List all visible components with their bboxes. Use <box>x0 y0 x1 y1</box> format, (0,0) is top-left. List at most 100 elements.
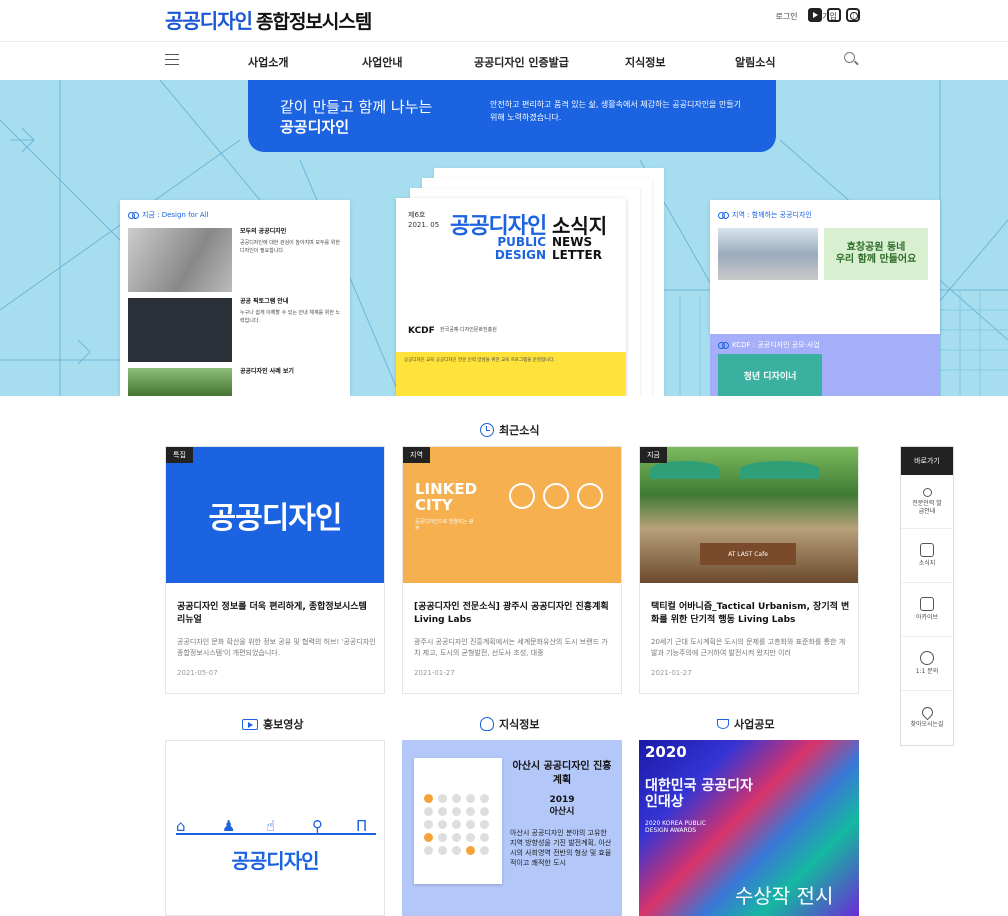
circle-graphic <box>543 483 569 509</box>
nav-about[interactable]: 사업소개 <box>248 54 288 70</box>
quick-item-label: 소식지 <box>918 560 936 567</box>
design-for-all-panel[interactable]: 지금 : Design for All 모두의 공공디자인 공공디자인에 대한 … <box>120 200 350 396</box>
region-panel[interactable]: 지역 : 함께하는 공공디자인 효창공원 동네 우리 함께 만들어요 <box>710 200 940 334</box>
issue-number: 제6호 <box>408 211 426 219</box>
infinity-icon <box>718 342 729 349</box>
section-title: 지식정보 <box>499 718 540 731</box>
news-date: 2021-01-27 <box>414 669 455 677</box>
section-title: 최근소식 <box>499 424 540 437</box>
knowledge-card[interactable]: 아산시 공공디자인 진흥계획 2019 아산시 아산시 공공디자인 분야의 고유… <box>402 740 622 916</box>
site-logo[interactable]: 공공디자인 종합정보시스템 <box>165 5 372 34</box>
login-link[interactable]: 로그인 <box>775 11 797 22</box>
person-icon <box>922 487 932 497</box>
article-title: 공공디자인 사례 보기 <box>240 368 294 375</box>
menu-icon[interactable] <box>165 54 179 65</box>
panel-head: 지금 : Design for All <box>128 210 342 220</box>
umbrella-graphic <box>740 461 820 479</box>
nav-business[interactable]: 사업안내 <box>362 54 402 70</box>
news-desc: 공공디자인 문화 확산을 위한 정보 공유 및 협력의 허브! '공공디자인 종… <box>177 638 376 657</box>
news-thumbnail: 공공디자인 <box>166 447 384 583</box>
award-year: 2020 <box>645 743 687 761</box>
panel-title: KCDF : 공공디자인 공모·사업 <box>732 341 820 349</box>
list-item[interactable]: 모두의 공공디자인 공공디자인에 대한 관심이 높아지며 모두를 위한 디자인이… <box>128 228 342 292</box>
newsletter-issue: 제6호 2021. 05 <box>408 210 439 230</box>
thumbnail-logo: 공공디자인 <box>208 501 343 536</box>
news-date: 2021-01-27 <box>651 669 692 677</box>
winners-exhibition: 수상작 전시 <box>735 884 834 908</box>
newsletter-bottom: 공공디자인 교육 공공디자인 전문 인력 양성을 위한 교육 프로그램을 운영합… <box>396 352 626 396</box>
circle-graphic <box>577 483 603 509</box>
umbrella-graphic <box>650 461 720 479</box>
quick-item-archive[interactable]: 아카이브 <box>901 583 953 637</box>
hero-visual: 같이 만들고 함께 나누는 공공디자인 안전하고 편리하고 품격 있는 삶, 생… <box>0 80 1008 396</box>
youtube-icon[interactable] <box>808 8 822 22</box>
nav-certification[interactable]: 공공디자인 인증발급 <box>474 54 569 70</box>
promo-video-card[interactable]: ⌂ ♟ ☝ ⚲ Π 공공디자인 <box>165 740 385 916</box>
article-snippet: 누구나 쉽게 이해할 수 있는 안내 체계를 위한 노력입니다. <box>240 310 341 324</box>
quick-menu-title: 바로가기 <box>901 447 953 475</box>
news-thumbnail: AT LAST Cafe <box>640 447 858 583</box>
contest-heading: 사업공모 <box>717 716 774 732</box>
article-thumbnail <box>128 368 232 396</box>
logo-text: 종합정보시스템 <box>256 11 372 33</box>
quick-item-expert[interactable]: 전문인력 발급안내 <box>901 475 953 529</box>
recent-news-heading: 최근소식 <box>480 422 539 438</box>
newsletter-en-text: NEWS LETTER <box>552 235 602 262</box>
list-item[interactable]: 공공 픽토그램 안내 누구나 쉽게 이해할 수 있는 안내 체계를 위한 노력입… <box>128 298 342 362</box>
article-title: 공공 픽토그램 안내 <box>240 298 289 305</box>
news-desc: 20세기 근대 도시계획은 도시의 문제를 고층화와 표준화를 통한 개발과 기… <box>651 638 846 657</box>
poster-text: 우리 함께 만들어요 <box>835 254 917 265</box>
article-text: 모두의 공공디자인 공공디자인에 대한 관심이 높아지며 모두를 위한 디자인이… <box>240 228 342 292</box>
article-title: 모두의 공공디자인 <box>240 228 287 235</box>
news-card[interactable]: 공공디자인 특집 공공디자인 정보를 더욱 편리하게, 종합정보시스템 리뉴얼 … <box>165 446 385 694</box>
quick-item-location[interactable]: 찾아오시는길 <box>901 691 953 745</box>
divider-line <box>176 833 376 835</box>
logo-mark: 공공디자인 <box>165 9 253 33</box>
trophy-icon <box>717 719 729 729</box>
news-thumbnail: LINKED CITY 공공디자인으로 연결되는 광주 <box>403 447 621 583</box>
banner-desc: 안전하고 편리하고 품격 있는 삶, 생활속에서 체감하는 공공디자인을 만들기… <box>490 100 742 122</box>
knowledge-heading: 지식정보 <box>480 716 539 732</box>
quick-item-label: 1:1 문의 <box>915 668 939 675</box>
blog-icon[interactable] <box>827 8 841 22</box>
poster-image: 효창공원 동네 우리 함께 만들어요 <box>824 228 928 280</box>
knowledge-year: 2019 아산시 <box>510 794 614 818</box>
article-text: 공공디자인 사례 보기 <box>240 368 294 396</box>
region-images: 효창공원 동네 우리 함께 만들어요 <box>718 228 932 280</box>
search-icon[interactable] <box>844 52 855 63</box>
article-text: 공공 픽토그램 안내 누구나 쉽게 이해할 수 있는 안내 체계를 위한 노력입… <box>240 298 342 362</box>
kcdf-panel[interactable]: KCDF : 공공디자인 공모·사업 청년 디자이너 <box>710 334 940 396</box>
nav-knowledge[interactable]: 지식정보 <box>625 54 665 70</box>
contest-card[interactable]: 2020 대한민국 공공디자인대상 2020 KOREA PUBLIC DESI… <box>639 740 859 916</box>
nav-notice[interactable]: 알림소식 <box>735 54 775 70</box>
chat-icon <box>920 651 934 665</box>
newsletter-cover[interactable]: 제6호 2021. 05 공공디자인 소식지 PUBLIC DESIGN NEW… <box>396 198 626 396</box>
list-item[interactable]: 공공디자인 사례 보기 <box>128 368 342 396</box>
location-pin-icon <box>919 704 935 721</box>
clock-icon <box>480 423 494 437</box>
panel-head: KCDF : 공공디자인 공모·사업 <box>718 340 932 350</box>
knowledge-title: 아산시 공공디자인 진흥계획 <box>512 761 612 786</box>
news-title: 택티컬 어바니즘_Tactical Urbanism, 장기적 변화를 위한 단… <box>651 602 850 625</box>
section-title: 홍보영상 <box>263 718 304 731</box>
global-nav: 사업소개 사업안내 공공디자인 인증발급 지식정보 알림소식 <box>0 42 1008 80</box>
young-designer-poster: 청년 디자이너 <box>718 354 822 396</box>
panel-title: 지금 : Design for All <box>142 211 209 219</box>
issue-date: 2021. 05 <box>408 221 440 229</box>
knowledge-desc: 아산시 공공디자인 분야의 고유한 지역 방향성을 기진 발전계획, 아산시의 … <box>510 829 612 867</box>
banner-line1: 같이 만들고 함께 나누는 <box>280 98 433 116</box>
dot-grid <box>424 794 490 855</box>
article-thumbnail <box>128 228 232 292</box>
publisher-name: 한국공예·디자인문화진흥원 <box>440 327 497 333</box>
infinity-icon <box>718 212 729 219</box>
instagram-icon[interactable] <box>846 8 860 22</box>
thumbnail-sub: 공공디자인으로 연결되는 광주 <box>415 519 474 532</box>
video-logo: 공공디자인 <box>231 849 320 873</box>
article-snippet: 공공디자인에 대한 관심이 높아지며 모두를 위한 디자인이 필요합니다. <box>240 240 340 254</box>
cafe-sign: AT LAST Cafe <box>700 543 796 565</box>
quick-item-newsletter[interactable]: 소식지 <box>901 529 953 583</box>
news-card[interactable]: AT LAST Cafe 지금 택티컬 어바니즘_Tactical Urbani… <box>639 446 859 694</box>
news-title: [공공디자인 전문소식] 광주시 공공디자인 진흥계획 Living Labs <box>414 602 609 625</box>
quick-item-inquiry[interactable]: 1:1 문의 <box>901 637 953 691</box>
news-card[interactable]: LINKED CITY 공공디자인으로 연결되는 광주 지역 [공공디자인 전문… <box>402 446 622 694</box>
